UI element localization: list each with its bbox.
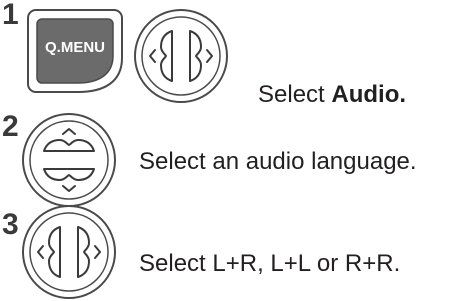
up-down-navigation-key-icon	[20, 111, 118, 209]
step-3-text: Select L+R, L+L or R+R.	[139, 250, 401, 277]
left-right-navigation-key-icon	[20, 203, 118, 301]
step-number: 3	[2, 208, 19, 241]
step-1-text-prefix: Select	[258, 81, 332, 108]
step-1-text-bold: Audio.	[331, 81, 407, 108]
left-right-navigation-key-icon	[132, 7, 230, 105]
step-number: 1	[2, 0, 19, 31]
step-1-text: Select Audio.	[258, 83, 406, 107]
q-menu-label: Q.MENU	[45, 39, 105, 56]
step-number: 2	[2, 110, 19, 143]
step-2-text: Select an audio language.	[139, 148, 417, 175]
q-menu-button-icon: Q.MENU	[26, 8, 124, 94]
